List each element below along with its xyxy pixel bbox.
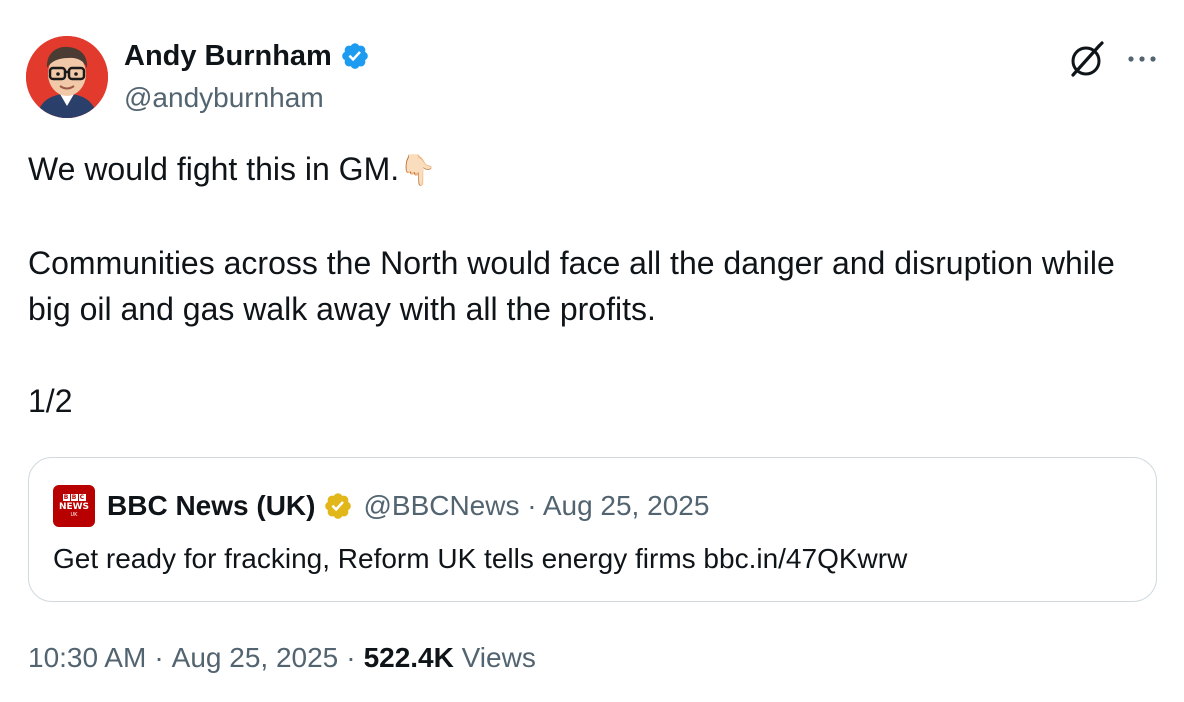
bbc-block-b1: B — [62, 494, 70, 501]
meta-separator: · — [154, 642, 164, 673]
verified-badge-icon — [342, 43, 368, 69]
author-handle[interactable]: @andyburnham — [124, 80, 324, 116]
tweet-text: We would fight this in GM.👇🏻 Communities… — [28, 146, 1158, 424]
pointing-down-emoji: 👇🏻 — [399, 154, 437, 187]
tweet-line-2: Communities across the North would face … — [28, 245, 1115, 327]
tweet-meta: 10:30 AM · Aug 25, 2025 · 522.4K Views — [28, 638, 536, 678]
quoted-tweet-card[interactable]: B B C NEWS UK BBC News (UK) @BBCNews · A… — [28, 457, 1157, 602]
quoted-handle-date[interactable]: @BBCNews · Aug 25, 2025 — [363, 490, 709, 522]
tweet-date[interactable]: Aug 25, 2025 — [172, 642, 339, 673]
bbc-block-c: C — [78, 494, 86, 501]
author-avatar[interactable] — [26, 36, 108, 118]
more-horizontal-icon[interactable] — [1124, 44, 1160, 74]
quoted-tweet-header: B B C NEWS UK BBC News (UK) @BBCNews · A… — [53, 485, 709, 527]
bbc-block-b2: B — [70, 494, 78, 501]
gold-verified-badge-icon — [325, 493, 352, 519]
views-label: Views — [461, 642, 536, 673]
author-name-row[interactable]: Andy Burnham — [124, 38, 370, 74]
author-name[interactable]: Andy Burnham — [124, 38, 332, 74]
bbc-logo-sub: UK — [70, 512, 78, 518]
bbc-news-logo[interactable]: B B C NEWS UK — [53, 485, 95, 527]
tweet-time[interactable]: 10:30 AM — [28, 642, 146, 673]
tweet-line-1: We would fight this in GM.👇🏻 — [28, 146, 1158, 194]
tweet-line-3: 1/2 — [28, 383, 73, 419]
grok-icon[interactable] — [1066, 40, 1106, 80]
meta-separator: · — [346, 642, 356, 673]
views-count[interactable]: 522.4K — [364, 642, 454, 673]
avatar-illustration — [26, 36, 108, 118]
tweet-card: Andy Burnham @andyburnham We would fight… — [0, 0, 1184, 702]
quoted-author-name[interactable]: BBC News (UK) — [107, 490, 315, 522]
bbc-logo-word: NEWS — [58, 502, 90, 512]
quoted-tweet-text: Get ready for fracking, Reform UK tells … — [53, 543, 908, 574]
tweet-line-1-text: We would fight this in GM. — [28, 151, 400, 187]
bbc-blocks: B B C — [62, 494, 86, 501]
